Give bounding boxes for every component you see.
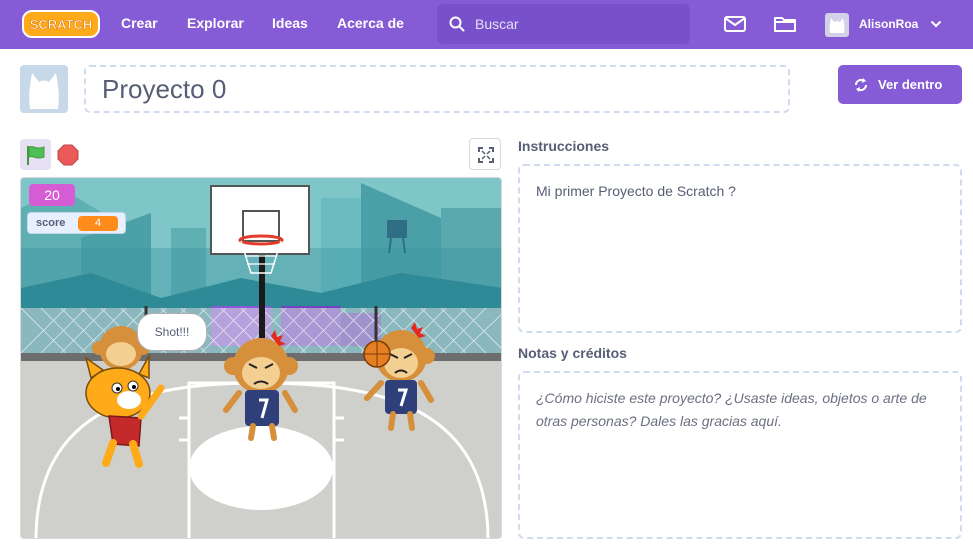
- timer-monitor: 20: [29, 184, 75, 206]
- remix-arrows-icon: [855, 78, 867, 92]
- cat-avatar-icon: [829, 18, 845, 33]
- scratch-logo[interactable]: SCRATCH: [22, 10, 100, 38]
- stop-button[interactable]: [57, 144, 79, 166]
- instructions-field[interactable]: Mi primer Proyecto de Scratch ?: [518, 164, 962, 333]
- project-author-avatar[interactable]: [20, 65, 68, 113]
- instructions-text[interactable]: Mi primer Proyecto de Scratch ?: [536, 180, 944, 203]
- cat-avatar-icon: [29, 73, 59, 109]
- score-label: score: [36, 217, 66, 229]
- speech-bubble: Shot!!!: [137, 313, 207, 351]
- top-nav: SCRATCH Crear Explorar Ideas Acerca de A…: [0, 0, 973, 49]
- score-value: 4: [78, 216, 118, 231]
- notes-heading: Notas y créditos: [518, 345, 627, 361]
- fullscreen-icon: [478, 147, 494, 163]
- instructions-heading: Instrucciones: [518, 138, 610, 154]
- notes-placeholder[interactable]: ¿Cómo hiciste este proyecto? ¿Usaste ide…: [536, 387, 944, 433]
- logo-text: SCRATCH: [30, 17, 93, 32]
- green-flag-button[interactable]: [20, 139, 51, 170]
- nav-link-ideas[interactable]: Ideas: [272, 0, 308, 49]
- folder-icon[interactable]: [773, 12, 797, 36]
- project-title[interactable]: Proyecto 0: [102, 74, 226, 105]
- score-monitor: score 4: [27, 212, 126, 234]
- see-inside-label: Ver dentro: [878, 77, 943, 92]
- project-title-field[interactable]: Proyecto 0: [84, 65, 790, 113]
- notes-field[interactable]: ¿Cómo hiciste este proyecto? ¿Usaste ide…: [518, 371, 962, 539]
- username[interactable]: AlisonRoa: [859, 0, 918, 49]
- search-icon: [449, 16, 465, 32]
- nav-link-about[interactable]: Acerca de: [337, 0, 404, 49]
- nav-link-create[interactable]: Crear: [121, 0, 158, 49]
- nav-link-explore[interactable]: Explorar: [187, 0, 244, 49]
- user-avatar[interactable]: [825, 13, 849, 37]
- green-flag-icon: [27, 146, 45, 165]
- search-bar[interactable]: [437, 4, 690, 44]
- mail-icon[interactable]: [723, 12, 747, 36]
- search-input[interactable]: [475, 10, 680, 38]
- fullscreen-button[interactable]: [469, 138, 501, 170]
- project-stage[interactable]: 20 score 4 Shot!!!: [20, 177, 502, 539]
- chevron-down-icon[interactable]: [930, 18, 942, 30]
- see-inside-button[interactable]: Ver dentro: [838, 65, 962, 104]
